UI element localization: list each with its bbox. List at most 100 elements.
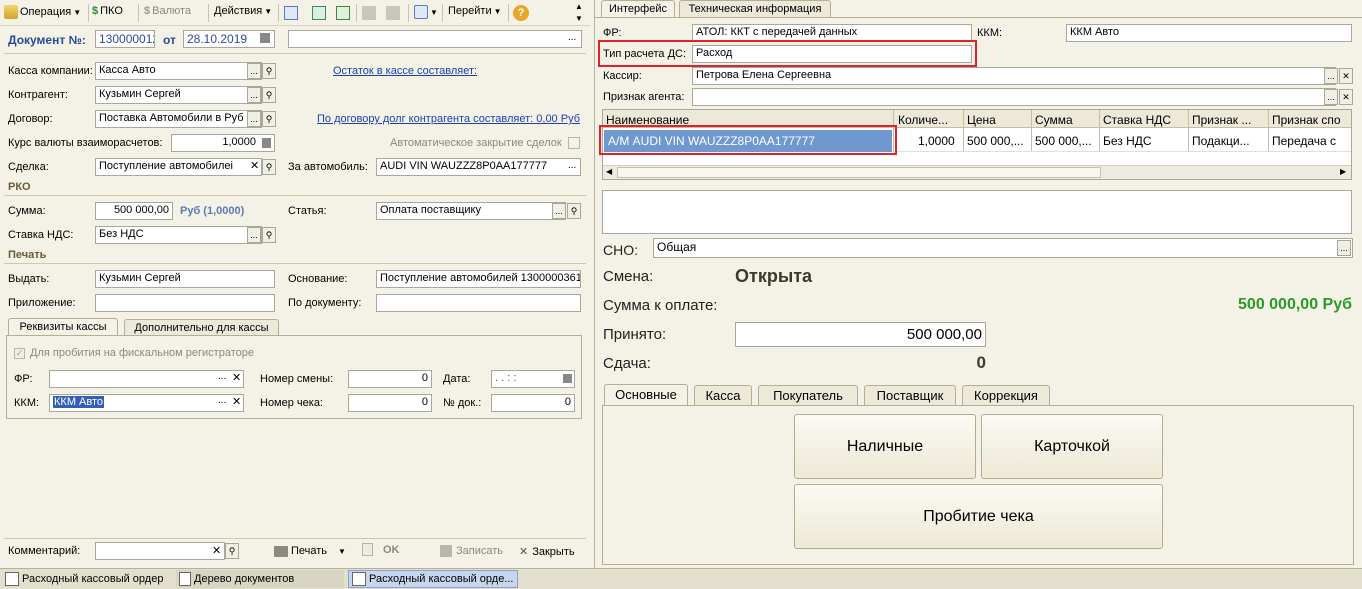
close-button[interactable]: ✕ Закрыть xyxy=(519,545,575,559)
issue-field[interactable]: Кузьмин Сергей xyxy=(95,270,275,288)
deal-field[interactable]: Поступление автомобилеі xyxy=(95,158,262,176)
tab-supplier[interactable]: Поставщик xyxy=(864,385,956,405)
cashier-field[interactable]: Петрова Елена Сергеевна xyxy=(692,67,1336,85)
comment-field[interactable] xyxy=(95,542,225,560)
print-check-button[interactable]: Пробитие чека xyxy=(794,484,1163,549)
grid-header-cell[interactable]: Сумма xyxy=(1035,113,1073,127)
grid-scrollbar[interactable]: ◀ ▶ xyxy=(603,165,1351,179)
ellipsis-icon[interactable]: ... xyxy=(218,371,226,382)
calculator-icon[interactable] xyxy=(262,138,271,148)
refresh-icon[interactable] xyxy=(312,6,326,20)
kassa-kkm-field[interactable]: ККМ Авто xyxy=(49,394,244,412)
operation-menu[interactable]: Операция ▼ xyxy=(4,5,81,19)
tab-tech-info[interactable]: Техническая информация xyxy=(679,0,831,17)
scroll-down-icon[interactable]: ▼ xyxy=(575,14,583,23)
ellipsis-button[interactable]: ... xyxy=(247,87,261,103)
search-icon[interactable]: ⚲ xyxy=(262,87,276,103)
clear-icon[interactable]: ✕ xyxy=(250,159,259,172)
structure-menu[interactable]: ▼ xyxy=(414,5,438,19)
grid-header-cell[interactable]: Цена xyxy=(967,113,996,127)
clear-icon[interactable]: ✕ xyxy=(1339,89,1353,105)
fiscal-checkbox[interactable]: ✓ xyxy=(14,348,25,359)
ellipsis-button[interactable]: ... xyxy=(1337,240,1351,256)
bydoc-field[interactable] xyxy=(376,294,581,312)
tab-kassa-extra[interactable]: Дополнительно для кассы xyxy=(124,319,279,336)
sno-field[interactable]: Общая xyxy=(653,238,1353,258)
article-field[interactable]: Оплата поставщику xyxy=(376,202,566,220)
ellipsis-icon[interactable]: ... xyxy=(218,395,226,406)
contract-field[interactable]: Поставка Автомобили в Руб xyxy=(95,110,262,128)
currency-button[interactable]: $ Валюта xyxy=(144,5,191,17)
shift-number-field[interactable]: 0 xyxy=(348,370,432,388)
grid-header-cell[interactable]: Ставка НДС xyxy=(1103,113,1171,127)
doc-number-field[interactable]: 130000012 xyxy=(95,30,155,48)
clear-icon[interactable]: ✕ xyxy=(232,395,241,408)
scroll-left-icon[interactable]: ◀ xyxy=(606,167,612,176)
car-field[interactable]: AUDI VIN WAUZZZ8P0AA177777 xyxy=(376,158,581,176)
grid-header-cell[interactable]: Признак ... xyxy=(1192,113,1251,127)
grid-scroll-thumb[interactable] xyxy=(617,167,1101,178)
basis-field[interactable]: Поступление автомобилей 1300000361 xyxy=(376,270,581,288)
scroll-up-icon[interactable]: ▲ xyxy=(575,2,583,11)
vat-field[interactable]: Без НДС xyxy=(95,226,262,244)
docno-field[interactable]: 0 xyxy=(491,394,575,412)
grid-header-cell[interactable]: Признак спо xyxy=(1272,113,1341,127)
goto-menu[interactable]: Перейти ▼ xyxy=(448,5,502,17)
ellipsis-icon[interactable]: ... xyxy=(568,160,576,171)
search-icon[interactable]: ⚲ xyxy=(567,203,581,219)
paste-icon[interactable] xyxy=(386,6,400,20)
ok-button[interactable]: OK xyxy=(362,543,400,556)
actions-menu[interactable]: Действия ▼ xyxy=(214,5,272,17)
kassa-balance-link[interactable]: Остаток в кассе составляет: xyxy=(333,65,477,77)
kassa-fr-field[interactable] xyxy=(49,370,244,388)
copy-icon[interactable] xyxy=(362,6,376,20)
ellipsis-icon[interactable]: ... xyxy=(568,32,576,43)
contractor-field[interactable]: Кузьмин Сергей xyxy=(95,86,262,104)
calendar-icon[interactable] xyxy=(260,33,270,43)
kassa-field[interactable]: Касса Авто xyxy=(95,62,262,80)
clear-icon[interactable]: ✕ xyxy=(232,371,241,384)
cash-button[interactable]: Наличные xyxy=(794,414,976,479)
pko-button[interactable]: $ ПКО xyxy=(92,5,123,17)
rate-field[interactable]: 1,0000 xyxy=(171,134,275,152)
ellipsis-button[interactable]: ... xyxy=(247,111,261,127)
add-icon[interactable] xyxy=(336,6,350,20)
print-button[interactable]: Печать ▼ xyxy=(274,545,346,557)
back-icon[interactable] xyxy=(284,6,298,20)
scroll-right-icon[interactable]: ▶ xyxy=(1340,167,1346,176)
ellipsis-button[interactable]: ... xyxy=(247,63,261,79)
clear-icon[interactable]: ✕ xyxy=(212,544,221,557)
ellipsis-button[interactable]: ... xyxy=(552,203,566,219)
ellipsis-button[interactable]: ... xyxy=(247,227,261,243)
search-icon[interactable]: ⚲ xyxy=(262,111,276,127)
task-doc-tree[interactable]: Дерево документов xyxy=(176,570,344,588)
contract-debt-link[interactable]: По договору долг контрагента составляет:… xyxy=(317,113,580,125)
tab-main[interactable]: Основные xyxy=(604,384,688,405)
search-icon[interactable]: ⚲ xyxy=(225,543,239,559)
task-rko-1[interactable]: Расходный кассовый ордер xyxy=(2,570,172,588)
autoclose-checkbox[interactable] xyxy=(568,137,580,149)
attach-field[interactable] xyxy=(95,294,275,312)
search-icon[interactable]: ⚲ xyxy=(262,227,276,243)
grid-header-cell[interactable]: Количе... xyxy=(898,113,948,127)
check-number-field[interactable]: 0 xyxy=(348,394,432,412)
kkm-field[interactable]: ККМ Авто xyxy=(1066,24,1352,42)
search-icon[interactable]: ⚲ xyxy=(262,63,276,79)
sum-field[interactable]: 500 000,00 xyxy=(95,202,173,220)
save-button[interactable]: Записать xyxy=(440,545,503,557)
task-rko-2[interactable]: Расходный кассовый орде... xyxy=(348,570,518,588)
ellipsis-button[interactable]: ... xyxy=(1324,89,1338,105)
calendar-icon[interactable] xyxy=(563,374,572,383)
tab-interface[interactable]: Интерфейс xyxy=(601,0,675,18)
tab-kassa[interactable]: Касса xyxy=(694,385,752,405)
tab-buyer[interactable]: Покупатель xyxy=(758,385,858,405)
tab-correction[interactable]: Коррекция xyxy=(962,385,1050,405)
ellipsis-button[interactable]: ... xyxy=(1324,68,1338,84)
card-button[interactable]: Карточкой xyxy=(981,414,1163,479)
search-icon[interactable]: ⚲ xyxy=(262,159,276,175)
help-icon[interactable]: ? xyxy=(513,5,529,21)
tab-kassa-details[interactable]: Реквизиты кассы xyxy=(8,318,118,336)
clear-icon[interactable]: ✕ xyxy=(1339,68,1353,84)
received-field[interactable]: 500 000,00 xyxy=(735,322,986,347)
agent-field[interactable] xyxy=(692,88,1336,106)
